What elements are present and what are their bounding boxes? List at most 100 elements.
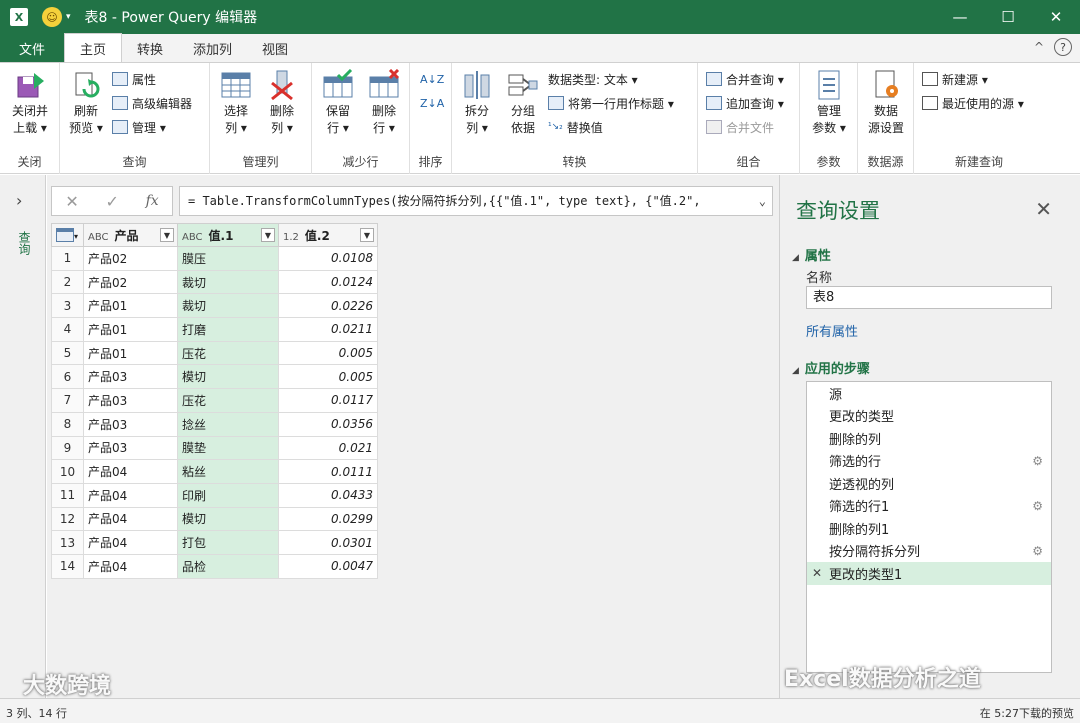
row-number[interactable]: 12: [51, 506, 84, 532]
step-settings-gear-icon[interactable]: ⚙: [1032, 454, 1043, 468]
cell-value2[interactable]: 0.021: [278, 435, 378, 461]
close-window-button[interactable]: ✕: [1032, 0, 1080, 34]
table-row[interactable]: 14 产品04 品检 0.0047: [51, 553, 378, 579]
collapse-ribbon-icon[interactable]: ^: [1034, 40, 1044, 54]
applied-steps-section-header[interactable]: ◢ 应用的步骤: [792, 358, 870, 377]
cell-value2[interactable]: 0.0108: [278, 246, 378, 271]
recent-sources-button[interactable]: 最近使用的源 ▾: [922, 93, 1024, 113]
table-row[interactable]: 12 产品04 模切 0.0299: [51, 506, 378, 532]
confirm-formula-icon[interactable]: ✓: [105, 192, 118, 211]
manage-button[interactable]: 管理 ▾: [112, 117, 166, 137]
remove-rows-button[interactable]: 删除 行 ▾: [364, 68, 404, 137]
decimal-type-icon[interactable]: 1.2: [283, 232, 299, 243]
replace-values-button[interactable]: ¹↘₂ 替换值: [548, 117, 603, 137]
choose-columns-button[interactable]: 选择 列 ▾: [216, 69, 256, 137]
table-menu-corner[interactable]: ▾: [51, 223, 84, 247]
fx-icon[interactable]: fx: [146, 193, 159, 209]
cell-value1[interactable]: 模切: [177, 364, 279, 390]
row-number[interactable]: 3: [51, 293, 84, 319]
cell-product[interactable]: 产品04: [83, 530, 178, 555]
step-settings-gear-icon[interactable]: ⚙: [1032, 544, 1043, 558]
expand-formula-bar-icon[interactable]: ⌄: [754, 187, 766, 215]
cell-value1[interactable]: 膜压: [177, 246, 279, 271]
cell-value2[interactable]: 0.0226: [278, 293, 378, 319]
quick-access-dropdown-icon[interactable]: ▾: [66, 12, 71, 22]
properties-section-header[interactable]: ◢ 属性: [792, 245, 831, 264]
filter-dropdown-icon[interactable]: ▼: [160, 228, 174, 242]
table-row[interactable]: 4 产品01 打磨 0.0211: [51, 317, 378, 342]
help-icon[interactable]: ?: [1054, 38, 1072, 56]
use-first-row-as-headers-button[interactable]: 将第一行用作标题 ▾: [548, 93, 674, 113]
cell-value1[interactable]: 捻丝: [177, 411, 279, 437]
applied-step[interactable]: 筛选的行 ⚙: [807, 450, 1051, 473]
column-header-value2[interactable]: 1.2 值.2 ▼: [278, 223, 378, 247]
cell-product[interactable]: 产品04: [83, 482, 178, 508]
queries-pane-label[interactable]: 查询: [16, 231, 33, 255]
cell-product[interactable]: 产品02: [83, 269, 178, 295]
cell-product[interactable]: 产品01: [83, 340, 178, 366]
table-row[interactable]: 7 产品03 压花 0.0117: [51, 388, 378, 413]
table-row[interactable]: 5 产品01 压花 0.005: [51, 340, 378, 366]
table-row[interactable]: 11 产品04 印刷 0.0433: [51, 482, 378, 508]
text-type-icon[interactable]: ABC: [182, 232, 203, 243]
filter-dropdown-icon[interactable]: ▼: [261, 228, 275, 242]
cell-value1[interactable]: 打磨: [177, 317, 279, 342]
row-number[interactable]: 5: [51, 340, 84, 366]
minimize-button[interactable]: —: [936, 0, 984, 34]
cell-value1[interactable]: 裁切: [177, 293, 279, 319]
text-type-icon[interactable]: ABC: [88, 232, 109, 243]
append-queries-button[interactable]: 追加查询 ▾: [706, 93, 784, 113]
step-settings-gear-icon[interactable]: ⚙: [1032, 499, 1043, 513]
row-number[interactable]: 1: [51, 246, 84, 271]
applied-step[interactable]: 筛选的行1 ⚙: [807, 495, 1051, 518]
row-number[interactable]: 14: [51, 553, 84, 579]
cell-product[interactable]: 产品03: [83, 364, 178, 390]
cell-value1[interactable]: 压花: [177, 388, 279, 413]
cell-value2[interactable]: 0.0111: [278, 459, 378, 484]
table-row[interactable]: 8 产品03 捻丝 0.0356: [51, 411, 378, 437]
cancel-formula-icon[interactable]: ✕: [65, 192, 78, 211]
cell-product[interactable]: 产品01: [83, 317, 178, 342]
cell-value1[interactable]: 打包: [177, 530, 279, 555]
applied-step[interactable]: 源: [807, 382, 1051, 405]
properties-button[interactable]: 属性: [112, 69, 156, 89]
tab-home[interactable]: 主页: [64, 33, 123, 62]
cell-product[interactable]: 产品03: [83, 388, 178, 413]
cell-value1[interactable]: 膜垫: [177, 435, 279, 461]
table-row[interactable]: 1 产品02 膜压 0.0108: [51, 246, 378, 271]
cell-product[interactable]: 产品04: [83, 459, 178, 484]
split-column-button[interactable]: 拆分 列 ▾: [456, 69, 498, 137]
data-source-settings-button[interactable]: 数据 源设置: [862, 69, 910, 137]
cell-product[interactable]: 产品03: [83, 435, 178, 461]
merge-queries-button[interactable]: 合并查询 ▾: [706, 69, 784, 89]
sort-descending-button[interactable]: Z↓A: [420, 93, 444, 113]
tab-add-column[interactable]: 添加列: [178, 34, 247, 62]
tab-file[interactable]: 文件: [0, 34, 64, 62]
table-row[interactable]: 10 产品04 粘丝 0.0111: [51, 459, 378, 484]
row-number[interactable]: 13: [51, 530, 84, 555]
refresh-preview-button[interactable]: 刷新 预览 ▾: [66, 69, 106, 137]
close-load-button[interactable]: 关闭并 上载 ▾: [6, 69, 54, 137]
cell-value2[interactable]: 0.0117: [278, 388, 378, 413]
table-row[interactable]: 3 产品01 裁切 0.0226: [51, 293, 378, 319]
cell-value1[interactable]: 模切: [177, 506, 279, 532]
cell-value1[interactable]: 粘丝: [177, 459, 279, 484]
filter-dropdown-icon[interactable]: ▼: [360, 228, 374, 242]
cell-product[interactable]: 产品04: [83, 506, 178, 532]
query-name-input[interactable]: 表8: [806, 286, 1052, 309]
remove-columns-button[interactable]: 删除 列 ▾: [262, 69, 302, 137]
applied-step[interactable]: 删除的列1: [807, 517, 1051, 540]
row-number[interactable]: 9: [51, 435, 84, 461]
expand-queries-chevron-icon[interactable]: ›: [16, 191, 22, 210]
table-row[interactable]: 2 产品02 裁切 0.0124: [51, 269, 378, 295]
table-row[interactable]: 13 产品04 打包 0.0301: [51, 530, 378, 555]
group-by-button[interactable]: 分组 依据: [502, 69, 544, 137]
column-header-value1[interactable]: ABC 值.1 ▼: [177, 223, 279, 247]
delete-step-icon[interactable]: ✕: [812, 566, 822, 580]
manage-parameters-button[interactable]: 管理 参数 ▾: [806, 69, 852, 137]
cell-product[interactable]: 产品02: [83, 246, 178, 271]
cell-value2[interactable]: 0.005: [278, 364, 378, 390]
cell-value2[interactable]: 0.0047: [278, 553, 378, 579]
cell-value2[interactable]: 0.0301: [278, 530, 378, 555]
cell-product[interactable]: 产品01: [83, 293, 178, 319]
